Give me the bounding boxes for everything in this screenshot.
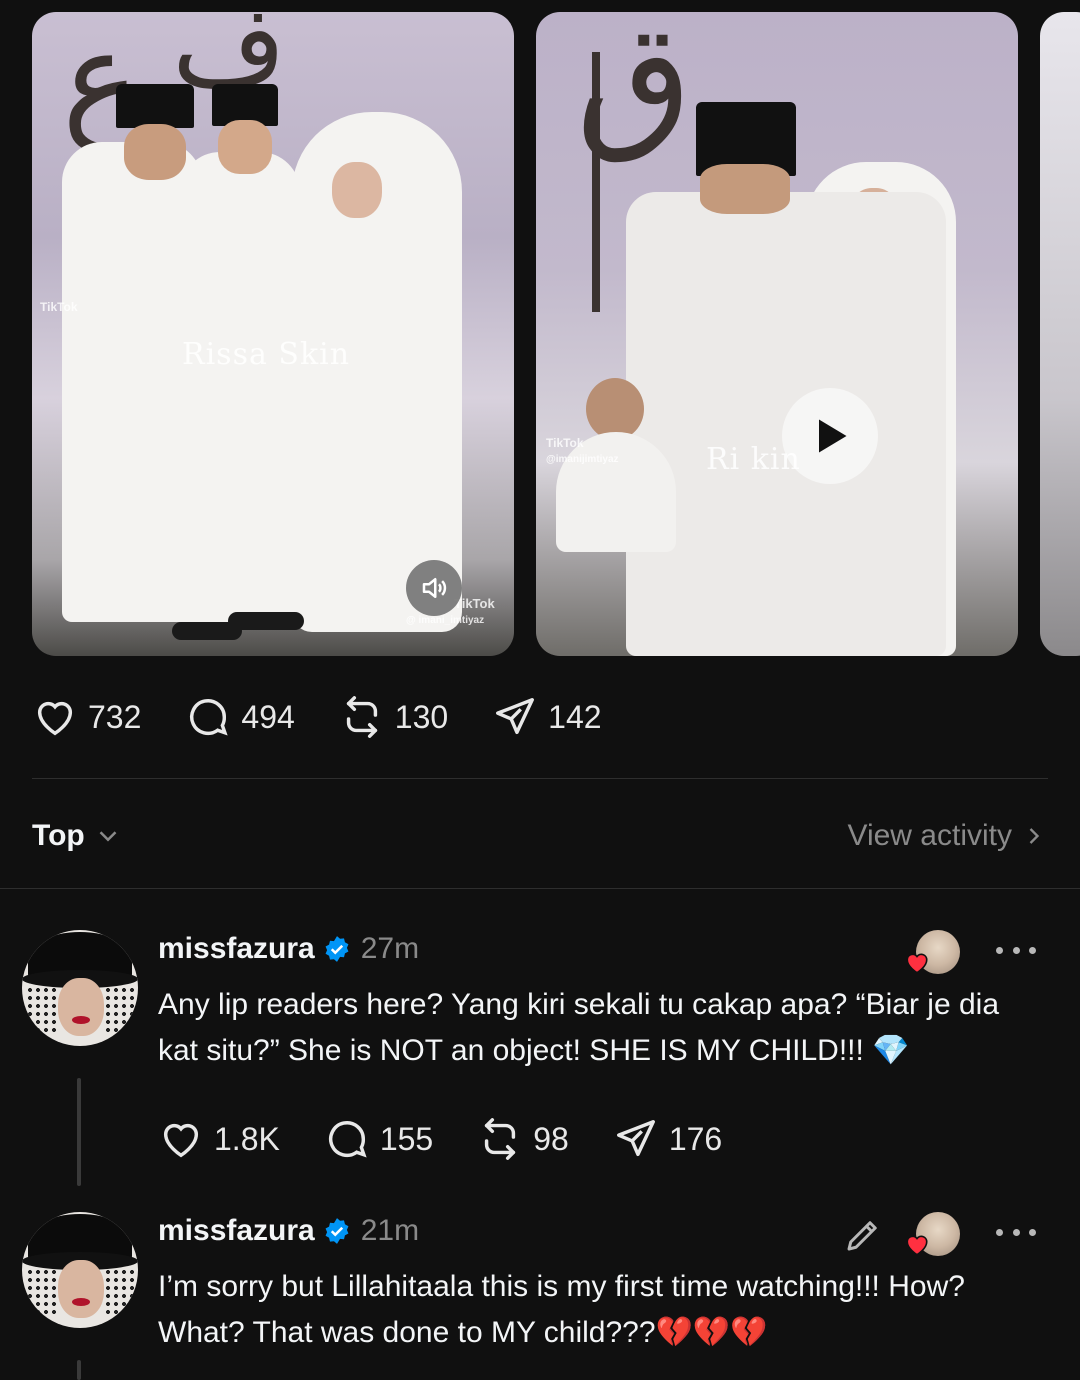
- reply-text: I’m sorry but Lillahitaala this is my fi…: [158, 1270, 965, 1349]
- face: [124, 124, 186, 180]
- replies-sort-bar: Top View activity: [32, 808, 1048, 864]
- play-icon: [819, 419, 847, 453]
- divider: [32, 778, 1048, 779]
- reply-actions: 1.8K 155 98 176: [158, 1116, 766, 1162]
- view-activity-label: View activity: [847, 819, 1012, 852]
- more-icon: [1029, 1228, 1036, 1236]
- tiktok-handle: @ imani_imtiyaz: [406, 615, 485, 626]
- username[interactable]: missfazura: [158, 1214, 315, 1248]
- media-item-3[interactable]: [1040, 12, 1080, 656]
- child-dress: [556, 432, 676, 552]
- avatar-lips: [72, 1016, 90, 1024]
- username[interactable]: missfazura: [158, 932, 315, 966]
- more-icon: [1029, 946, 1036, 954]
- more-icon: [996, 1228, 1003, 1236]
- sort-label: Top: [32, 819, 85, 852]
- like-button[interactable]: 1.8K: [158, 1116, 280, 1162]
- play-button[interactable]: [782, 388, 878, 484]
- more-icon: [996, 946, 1003, 954]
- chevron-down-icon: [99, 831, 117, 842]
- thread-line: [77, 1360, 81, 1380]
- divider: [0, 888, 1080, 889]
- share-count: 142: [548, 698, 602, 735]
- avatar[interactable]: [22, 930, 138, 1046]
- avatar-pattern: [26, 1268, 56, 1318]
- verified-badge-icon: [325, 1218, 349, 1244]
- repost-button[interactable]: 98: [477, 1116, 569, 1162]
- media-carousel[interactable]: ع ف TikTok Rissa Skin TikTok @ imani_imt…: [32, 12, 1080, 656]
- post-actions: 732 494 130 142: [32, 694, 646, 740]
- reply-post: missfazura 21m I’m sorry but Lillahitaal…: [0, 1202, 1080, 1380]
- repost-icon: [346, 696, 377, 738]
- figure-groom: [180, 152, 300, 622]
- send-icon: [616, 1120, 655, 1157]
- avatar[interactable]: [22, 1212, 138, 1328]
- avatar-pattern: [104, 1268, 134, 1318]
- avatar-pattern: [104, 986, 134, 1036]
- heart-icon: [37, 701, 73, 736]
- repost-button[interactable]: 130: [339, 694, 448, 740]
- child-face: [586, 378, 644, 440]
- repost-count: 130: [394, 698, 449, 735]
- heart-icon: [163, 1123, 199, 1158]
- reply-post: missfazura 27m Any lip readers here? Yan…: [0, 920, 1080, 1200]
- chevron-right-icon: [1029, 828, 1040, 844]
- speaker-icon: [422, 578, 447, 598]
- mute-button[interactable]: [406, 560, 462, 616]
- share-button[interactable]: 142: [492, 694, 602, 740]
- media-item-video-2[interactable]: ق TikTok @imanijimtiyaz Ri kin: [536, 12, 1018, 656]
- more-options-button[interactable]: [996, 944, 1036, 956]
- avatar-pattern: [26, 986, 56, 1036]
- backdrop-calligraphy: [592, 52, 600, 312]
- timestamp: 27m: [360, 932, 420, 965]
- neck: [700, 164, 790, 214]
- shoe: [228, 612, 304, 630]
- timestamp: 21m: [360, 1214, 420, 1247]
- comment-icon: [328, 1121, 367, 1158]
- pencil-icon[interactable]: [842, 1214, 884, 1256]
- send-icon: [496, 698, 535, 735]
- repost-icon: [485, 1118, 516, 1160]
- more-icon: [1012, 946, 1020, 954]
- tiktok-brand: TikTok: [454, 596, 495, 611]
- view-activity-link[interactable]: View activity: [847, 819, 1048, 853]
- reply-header: missfazura 27m: [158, 932, 419, 966]
- avatar-face: [58, 978, 104, 1036]
- repost-count: 98: [533, 1120, 569, 1157]
- avatar-face: [58, 1260, 104, 1318]
- tiktok-watermark: TikTok: [40, 300, 78, 314]
- like-button[interactable]: 732: [32, 694, 141, 740]
- tiktok-handle: @imanijimtiyaz: [546, 454, 619, 465]
- verified-badge-icon: [325, 936, 349, 962]
- more-options-button[interactable]: [996, 1226, 1036, 1238]
- reply-count: 155: [379, 1120, 434, 1157]
- share-count: 176: [668, 1120, 723, 1157]
- media-item-video-1[interactable]: ع ف TikTok Rissa Skin TikTok @ imani_imt…: [32, 12, 514, 656]
- face: [332, 162, 382, 218]
- avatar-lips: [72, 1298, 90, 1306]
- comment-icon: [190, 699, 229, 736]
- songkok-hat: [116, 84, 194, 128]
- tiktok-watermark: TikTok: [546, 436, 584, 450]
- overlay-text: Rissa Skin: [182, 337, 351, 372]
- reply-count: 494: [241, 698, 295, 735]
- reply-header: missfazura 21m: [158, 1214, 419, 1248]
- like-count: 732: [88, 698, 142, 735]
- reply-text: Any lip readers here? Yang kiri sekali t…: [158, 988, 1000, 1067]
- more-icon: [1012, 1228, 1020, 1236]
- thread-line: [77, 1078, 81, 1186]
- reply-button[interactable]: 155: [324, 1116, 433, 1162]
- face: [218, 120, 272, 174]
- reply-button[interactable]: 494: [185, 694, 295, 740]
- heart-filled-icon: [906, 1235, 928, 1256]
- sort-dropdown[interactable]: Top: [32, 819, 123, 853]
- share-button[interactable]: 176: [613, 1116, 722, 1162]
- heart-filled-icon: [906, 953, 928, 974]
- like-count: 1.8K: [214, 1120, 280, 1157]
